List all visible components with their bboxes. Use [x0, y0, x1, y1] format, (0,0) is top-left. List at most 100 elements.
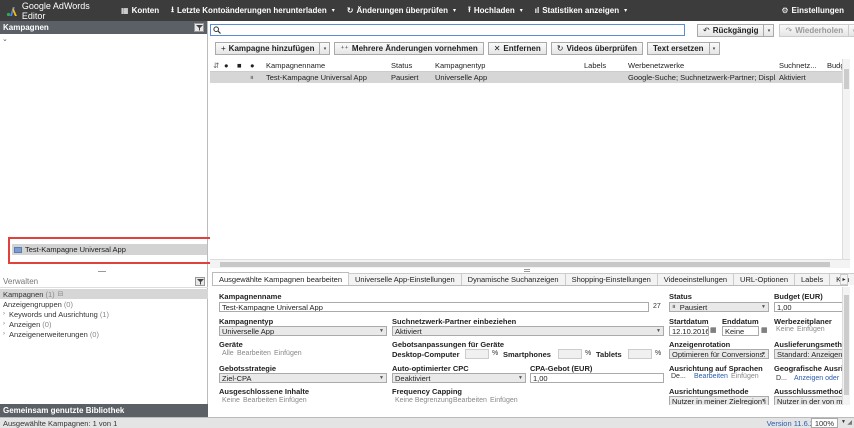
geo-link[interactable]: Anzeigen oder	[794, 375, 839, 382]
chevron-down-icon: ▾	[331, 8, 335, 14]
language-add-link[interactable]: Einfügen	[731, 373, 759, 380]
status-bar: Ausgewählte Kampagnen: 1 von 1 Version 1…	[0, 417, 854, 428]
scheduler-add-link[interactable]: Einfügen	[797, 326, 825, 333]
column-header-networks[interactable]: Werbenetzwerke	[625, 61, 776, 70]
delivery-select[interactable]: Standard: Anzeigen a	[774, 349, 842, 359]
menu-accounts[interactable]: ▦ Konten	[115, 0, 165, 21]
menu-review[interactable]: ↻ Änderungen überprüfen ▾	[341, 0, 462, 21]
zoom-select[interactable]: 100%	[810, 418, 838, 428]
sort-icon[interactable]: ⇵	[210, 61, 221, 70]
pane-splitter[interactable]	[0, 269, 208, 273]
menu-upload[interactable]: ⭱ Hochladen ▾	[462, 0, 529, 21]
freq-edit-link[interactable]: Bearbeiten	[453, 397, 487, 404]
tablets-adjust-field[interactable]	[628, 349, 652, 359]
status-dot-header-icon[interactable]: ●	[221, 61, 234, 70]
status-select[interactable]: ⏸ Pausiert ▼	[669, 302, 769, 312]
start-date-field[interactable]: 12.10.2016	[669, 326, 709, 336]
undo-icon: ↶	[703, 26, 710, 35]
tab-labels[interactable]: Labels	[794, 273, 831, 285]
table-row[interactable]: ⏸ Test-Kampagne Universal App Pausiert U…	[210, 72, 850, 83]
bid-strategy-select[interactable]: Ziel-CPA ▼	[219, 373, 387, 383]
search-input[interactable]	[221, 25, 671, 35]
tab-dynamic-search[interactable]: Dynamische Suchanzeigen	[460, 273, 566, 285]
search-partners-select[interactable]: Aktiviert ▼	[392, 326, 664, 336]
tab-edit-selected[interactable]: Ausgewählte Kampagnen bearbeiten	[212, 272, 350, 285]
column-header-labels[interactable]: Labels	[581, 61, 625, 70]
ad-rotation-select[interactable]: Optimieren für Conversions: ▼	[669, 349, 769, 359]
remove-button[interactable]: ✕ Entfernen	[487, 42, 547, 55]
grid-icon: ▦	[121, 6, 129, 15]
resize-grip-icon[interactable]: ◢	[847, 419, 852, 426]
manage-item-campaigns[interactable]: Kampagnen (1) ⊟	[0, 289, 208, 299]
freq-add-link[interactable]: Einfügen	[490, 397, 518, 404]
undo-button[interactable]: ↶ Rückgängig	[697, 24, 765, 37]
scheduler-label: Werbezeitplaner	[774, 317, 832, 326]
manage-item-ads[interactable]: › Anzeigen (0)	[0, 319, 208, 329]
undo-dropdown[interactable]: ▾	[764, 24, 775, 37]
tab-universal-app[interactable]: Universelle App-Einstellungen	[348, 273, 462, 285]
devices-edit-link[interactable]: Bearbeiten	[237, 350, 271, 357]
edit-panel-scrollbar[interactable]	[842, 287, 850, 405]
desktop-adjust-field[interactable]	[465, 349, 489, 359]
manage-filter-button[interactable]	[195, 277, 205, 286]
cpa-bid-label: CPA-Gebot (EUR)	[530, 364, 593, 373]
excluded-add-link[interactable]: Einfügen	[279, 397, 307, 404]
left-pane: Kampagnen ⌄ Test-Kampagne Universal App …	[0, 21, 212, 417]
flag-header-icon[interactable]: ■	[234, 61, 247, 70]
menu-stats[interactable]: ıl Statistiken anzeigen ▾	[529, 0, 633, 21]
shared-library-header[interactable]: Gemeinsam genutzte Bibliothek	[0, 404, 208, 417]
calendar-icon[interactable]: ▦	[761, 326, 768, 334]
add-campaign-dropdown[interactable]: ▾	[320, 42, 331, 55]
column-header-search-partners[interactable]: Suchnetz...	[776, 61, 824, 70]
targeting-method-select[interactable]: Nutzer in meiner Zielregion i ▼	[669, 396, 769, 405]
tree-item-campaign[interactable]: Test-Kampagne Universal App	[12, 244, 207, 255]
campaign-name-field[interactable]: Test-Kampagne Universal App	[219, 302, 649, 312]
replace-text-dropdown[interactable]: ▾	[709, 42, 720, 55]
exclusion-method-select[interactable]: Nutzer in der von mi	[774, 396, 842, 405]
column-header-status[interactable]: Status	[388, 61, 432, 70]
multi-change-button[interactable]: ⁺⁺ Mehrere Änderungen vornehmen	[334, 42, 484, 55]
edit-panel: Kampagnenname Test-Kampagne Universal Ap…	[212, 287, 842, 405]
chevron-down-icon[interactable]: ▼	[841, 419, 846, 425]
excluded-edit-link[interactable]: Bearbeiten	[243, 397, 277, 404]
error-header-icon[interactable]: ●	[247, 61, 263, 70]
end-date-field[interactable]: Keine	[722, 326, 759, 336]
manage-item-keywords[interactable]: › Keywords und Ausrichtung (1)	[0, 309, 208, 319]
menu-settings[interactable]: ⚙ Einstellungen	[781, 0, 844, 21]
tabs-scroll-icon[interactable]: ▸	[840, 274, 848, 285]
replace-text-button[interactable]: Text ersetzen	[647, 42, 710, 55]
smartphones-adjust-field[interactable]	[558, 349, 582, 359]
selection-status: Ausgewählte Kampagnen: 1 von 1	[3, 418, 118, 428]
panel-splitter[interactable]	[524, 269, 530, 272]
expand-chevron-icon[interactable]: ⌄	[2, 35, 8, 43]
tab-url-options[interactable]: URL-Optionen	[733, 273, 795, 285]
language-edit-link[interactable]: Bearbeiten	[694, 373, 728, 380]
column-header-name[interactable]: Kampagnenname	[263, 61, 388, 70]
filter-button[interactable]	[194, 23, 204, 32]
manage-item-adgroups[interactable]: Anzeigengruppen (0)	[0, 299, 208, 309]
campaign-type-select[interactable]: Universelle App ▼	[219, 326, 387, 336]
bid-strategy-label: Gebotsstrategie	[219, 364, 277, 373]
end-date-label: Enddatum	[722, 317, 759, 326]
check-videos-button[interactable]: ↻ Videos überprüfen	[550, 42, 643, 55]
version-link[interactable]: Version 11.6.2	[767, 419, 814, 428]
cpa-bid-field[interactable]: 1,00	[530, 373, 664, 383]
redo-button[interactable]: ↷ Wiederholen	[779, 24, 850, 37]
auto-cpc-select[interactable]: Deaktiviert ▼	[392, 373, 526, 383]
tab-shopping[interactable]: Shopping-Einstellungen	[564, 273, 658, 285]
redo-icon: ↷	[785, 26, 793, 35]
smartphones-label: Smartphones	[503, 350, 551, 359]
calendar-icon[interactable]: ▦	[710, 326, 717, 334]
grid-vertical-scrollbar[interactable]	[842, 59, 850, 259]
devices-add-link[interactable]: Einfügen	[274, 350, 302, 357]
tab-video[interactable]: Videoeinstellungen	[656, 273, 735, 285]
redo-dropdown[interactable]: ▾	[849, 24, 854, 37]
manage-item-extensions[interactable]: › Anzeigenerweiterungen (0)	[0, 329, 208, 339]
column-header-type[interactable]: Kampagnentyp	[432, 61, 581, 70]
chevron-down-icon: ▾	[624, 8, 628, 14]
menu-download[interactable]: ⭳ Letzte Kontoänderungen herunterladen ▾	[165, 0, 341, 21]
grid-horizontal-scrollbar[interactable]	[210, 259, 850, 268]
budget-field[interactable]: 1,00	[774, 302, 842, 312]
excluded-none: Keine	[222, 397, 240, 404]
add-campaign-button[interactable]: + Kampagne hinzufügen	[215, 42, 321, 55]
